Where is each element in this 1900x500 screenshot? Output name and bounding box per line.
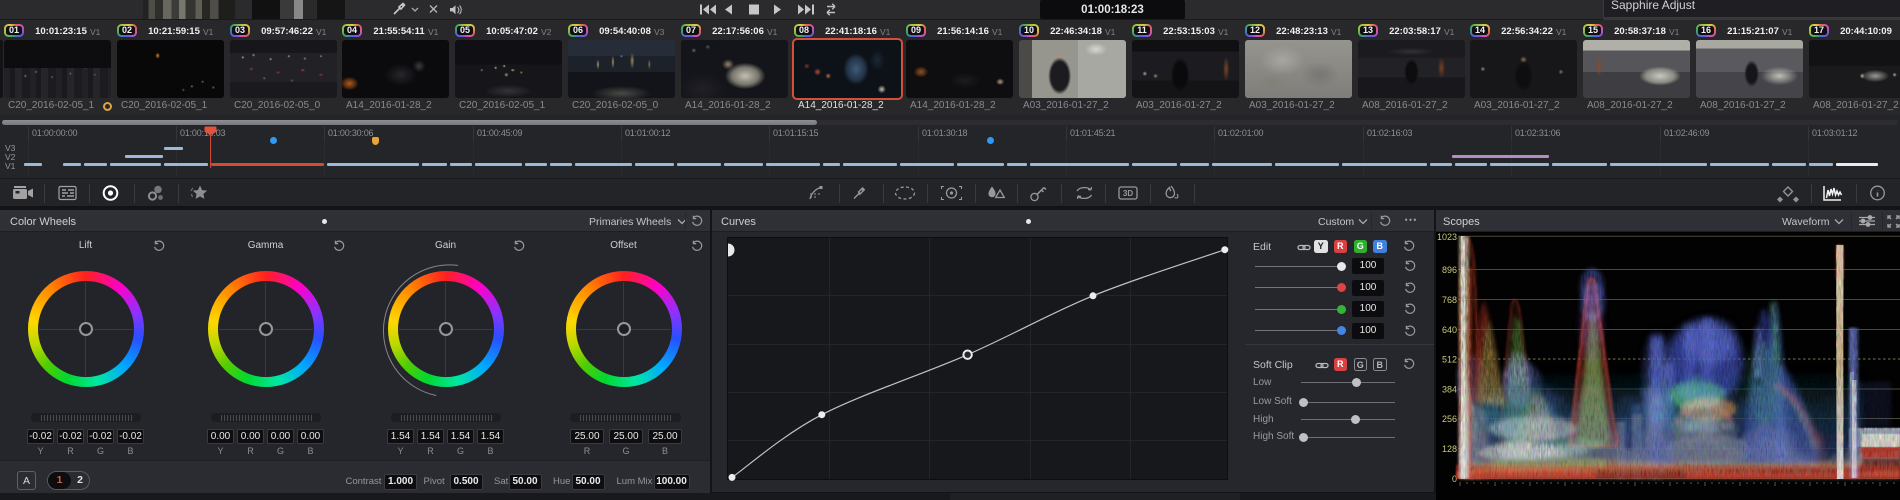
svg-text:896: 896 [1442, 265, 1457, 275]
svg-text:1023: 1023 [1437, 232, 1457, 242]
svg-text:128: 128 [1442, 444, 1457, 454]
svg-text:384: 384 [1442, 385, 1457, 395]
svg-text:256: 256 [1442, 414, 1457, 424]
svg-text:768: 768 [1442, 295, 1457, 305]
svg-text:640: 640 [1442, 325, 1457, 335]
svg-text:512: 512 [1442, 355, 1457, 365]
svg-text:3D: 3D [1123, 189, 1133, 198]
